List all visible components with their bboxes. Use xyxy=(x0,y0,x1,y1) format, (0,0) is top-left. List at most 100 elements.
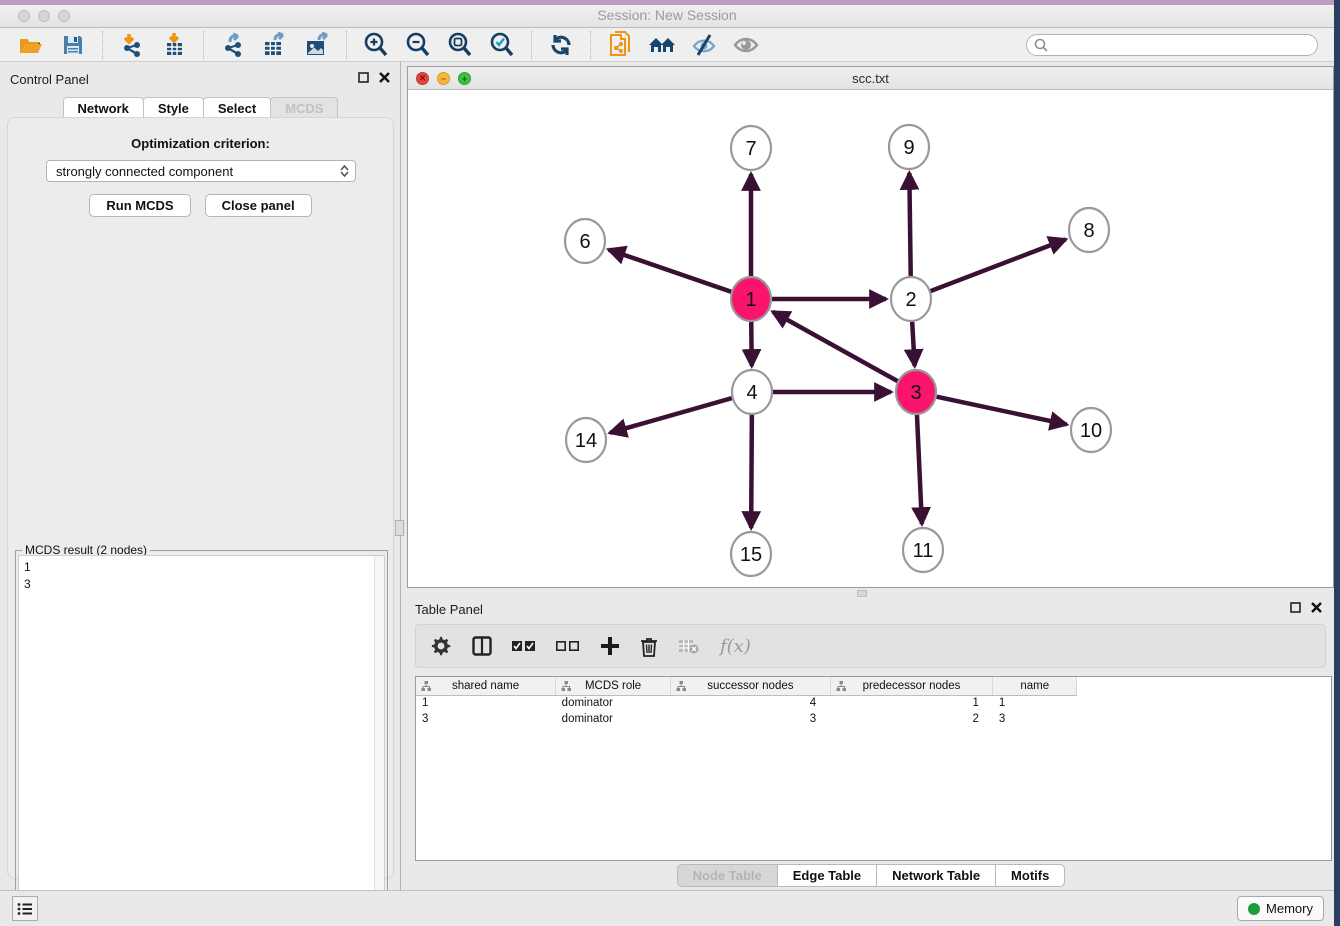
edge-1-4[interactable] xyxy=(751,321,752,366)
float-panel-icon[interactable] xyxy=(358,72,369,83)
toolbar-separator xyxy=(531,31,532,59)
run-mcds-button[interactable]: Run MCDS xyxy=(89,194,190,217)
float-table-panel-icon[interactable] xyxy=(1290,602,1301,613)
network-window-title: scc.txt xyxy=(408,71,1333,86)
mcds-result-textarea[interactable]: 1 3 xyxy=(18,555,385,921)
delete-column-icon[interactable] xyxy=(640,636,658,657)
tab-network-table[interactable]: Network Table xyxy=(876,864,996,887)
cell[interactable]: 3 xyxy=(416,711,556,727)
apply-layout-icon[interactable] xyxy=(546,30,576,60)
hierarchy-icon xyxy=(561,681,571,694)
edge-4-14[interactable] xyxy=(610,398,732,433)
cell[interactable]: dominator xyxy=(556,711,671,727)
column-header-MCDS-role[interactable]: MCDS role xyxy=(556,677,671,695)
export-image-icon[interactable] xyxy=(302,30,332,60)
cell[interactable]: 3 xyxy=(993,711,1077,727)
close-panel-button[interactable]: Close panel xyxy=(205,194,312,217)
search-icon xyxy=(1033,37,1049,53)
edge-2-8[interactable] xyxy=(931,239,1066,291)
titlebar-accent xyxy=(0,0,1334,5)
export-table-icon[interactable] xyxy=(260,30,290,60)
zoom-out-icon[interactable] xyxy=(403,30,433,60)
close-table-panel-icon[interactable] xyxy=(1311,602,1322,613)
column-header-name[interactable]: name xyxy=(993,677,1077,695)
edge-4-15[interactable] xyxy=(751,414,752,528)
node-table[interactable]: shared nameMCDS rolesuccessor nodesprede… xyxy=(415,676,1332,861)
table-row[interactable]: 3dominator323 xyxy=(416,711,1331,727)
tab-edge-table[interactable]: Edge Table xyxy=(777,864,877,887)
zoom-fit-icon[interactable] xyxy=(445,30,475,60)
selected-option: strongly connected component xyxy=(56,164,233,179)
node-label-1: 1 xyxy=(745,289,756,311)
node-label-2: 2 xyxy=(905,289,916,311)
desktop-background xyxy=(1334,0,1340,926)
select-all-checkboxes-icon[interactable] xyxy=(512,640,536,652)
cell[interactable]: dominator xyxy=(556,695,671,711)
edge-3-1[interactable] xyxy=(773,312,898,381)
memory-label: Memory xyxy=(1266,901,1313,916)
node-label-4: 4 xyxy=(746,382,757,404)
add-column-icon[interactable] xyxy=(600,636,620,656)
node-label-8: 8 xyxy=(1083,220,1094,242)
edge-2-9[interactable] xyxy=(909,173,910,277)
status-bar: Memory xyxy=(0,890,1334,926)
splitter-handle[interactable] xyxy=(395,520,404,536)
optimization-criterion-select[interactable]: strongly connected component xyxy=(46,160,356,182)
table-tabs: Node TableEdge TableNetwork TableMotifs xyxy=(407,864,1334,887)
cell[interactable]: 1 xyxy=(416,695,556,711)
column-header-shared-name[interactable]: shared name xyxy=(416,677,556,695)
edge-3-10[interactable] xyxy=(937,397,1067,425)
export-network-icon[interactable] xyxy=(218,30,248,60)
node-label-3: 3 xyxy=(910,382,921,404)
control-panel-title: Control Panel xyxy=(10,72,89,87)
deselect-all-checkboxes-icon[interactable] xyxy=(556,640,580,652)
zoom-selected-icon[interactable] xyxy=(487,30,517,60)
network-graph[interactable]: 7968124314101511 xyxy=(408,90,1333,587)
result-scrollbar[interactable] xyxy=(374,556,384,920)
cell[interactable]: 3 xyxy=(671,711,831,727)
import-network-icon[interactable] xyxy=(117,30,147,60)
table-settings-gear-icon[interactable] xyxy=(430,635,452,657)
tab-style[interactable]: Style xyxy=(143,97,204,119)
cell[interactable]: 4 xyxy=(671,695,831,711)
toolbar-separator xyxy=(102,31,103,59)
cell[interactable]: 1 xyxy=(830,695,993,711)
cell[interactable]: 1 xyxy=(993,695,1077,711)
column-view-icon[interactable] xyxy=(472,636,492,656)
tab-node-table[interactable]: Node Table xyxy=(677,864,778,887)
tab-select[interactable]: Select xyxy=(203,97,271,119)
hierarchy-icon xyxy=(836,681,846,694)
edge-3-11[interactable] xyxy=(917,414,922,524)
cell[interactable]: 2 xyxy=(830,711,993,727)
task-history-button[interactable] xyxy=(12,896,38,921)
node-label-7: 7 xyxy=(745,138,756,160)
network-from-selection-icon[interactable] xyxy=(605,30,635,60)
horizontal-splitter-handle[interactable] xyxy=(857,590,867,597)
save-session-icon[interactable] xyxy=(58,30,88,60)
column-header-predecessor-nodes[interactable]: predecessor nodes xyxy=(830,677,993,695)
memory-status-icon xyxy=(1248,903,1260,915)
toolbar-separator xyxy=(203,31,204,59)
delete-table-disabled-icon xyxy=(678,638,700,654)
search-input[interactable] xyxy=(1026,34,1318,56)
table-row[interactable]: 1dominator411 xyxy=(416,695,1331,711)
column-header-successor-nodes[interactable]: successor nodes xyxy=(671,677,831,695)
zoom-in-icon[interactable] xyxy=(361,30,391,60)
node-label-11: 11 xyxy=(913,540,934,562)
os-titlebar: Session: New Session xyxy=(0,0,1334,28)
import-table-icon[interactable] xyxy=(159,30,189,60)
open-session-icon[interactable] xyxy=(16,30,46,60)
tab-mcds[interactable]: MCDS xyxy=(270,97,338,119)
edge-2-3[interactable] xyxy=(912,321,915,366)
hide-eye-icon[interactable] xyxy=(689,30,719,60)
mcds-result-text: 1 3 xyxy=(19,556,384,596)
home-networks-icon[interactable] xyxy=(647,30,677,60)
network-window-titlebar[interactable]: ✕ − + scc.txt xyxy=(408,67,1333,90)
show-eye-icon[interactable] xyxy=(731,30,761,60)
tab-network[interactable]: Network xyxy=(63,97,144,119)
cell-filler xyxy=(1077,695,1331,711)
tab-motifs[interactable]: Motifs xyxy=(995,864,1065,887)
memory-button[interactable]: Memory xyxy=(1237,896,1324,921)
close-panel-icon[interactable] xyxy=(379,72,390,83)
edge-1-6[interactable] xyxy=(609,250,732,292)
